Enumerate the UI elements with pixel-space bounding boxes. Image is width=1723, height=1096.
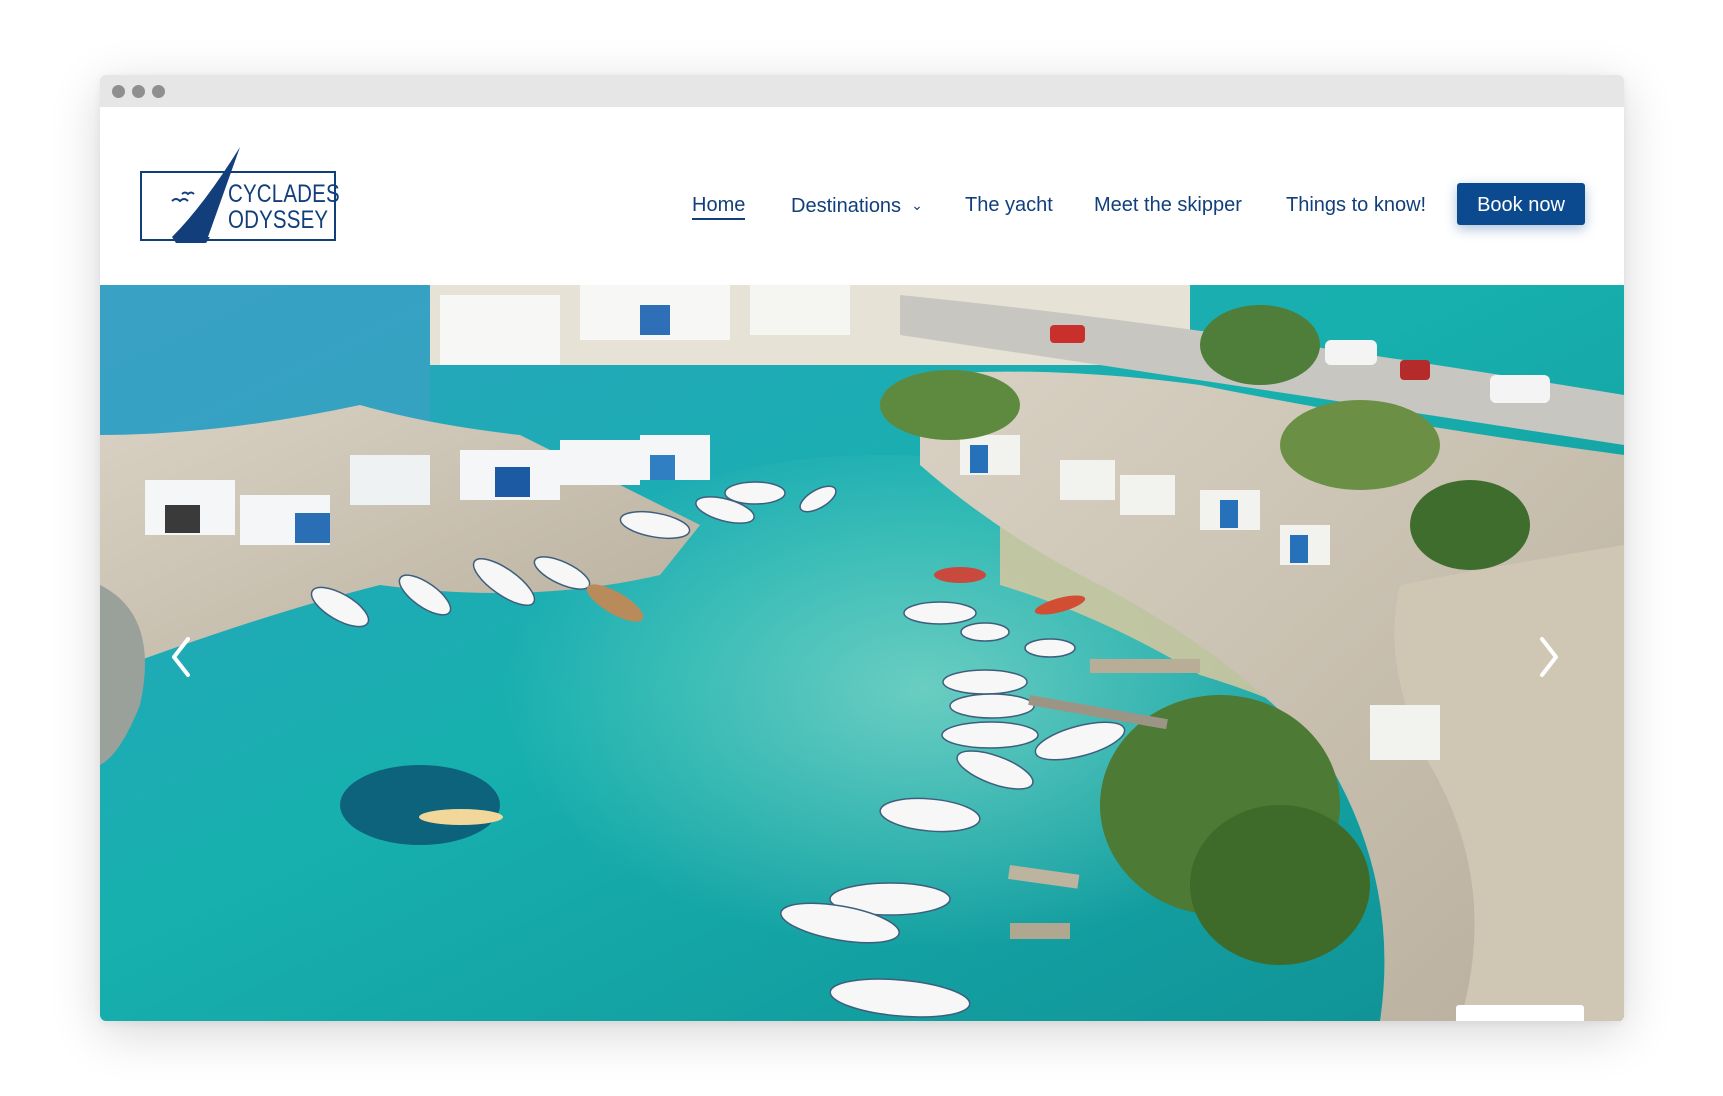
nav-item-meet-the-skipper[interactable]: Meet the skipper <box>1094 185 1242 225</box>
chevron-left-icon[interactable] <box>162 625 202 695</box>
window-dot-icon <box>132 85 145 98</box>
slide-tab[interactable] <box>1456 1005 1584 1021</box>
browser-window: CYCLADES ODYSSEY Home Destinations ⌄ The … <box>100 75 1624 1021</box>
chevron-down-icon: ⌄ <box>911 197 923 213</box>
chevron-right-icon[interactable] <box>1528 625 1568 695</box>
nav-item-label: Meet the skipper <box>1094 194 1242 216</box>
nav-item-home[interactable]: Home <box>692 185 746 225</box>
window-dot-icon <box>112 85 125 98</box>
nav-item-the-yacht[interactable]: The yacht <box>965 185 1053 225</box>
book-now-button[interactable]: Book now <box>1457 183 1585 225</box>
window-dot-icon <box>152 85 165 98</box>
main-nav: Home Destinations ⌄ The yacht Meet the sk… <box>100 185 1624 225</box>
window-titlebar <box>100 75 1624 107</box>
hero-image <box>100 285 1624 1021</box>
nav-item-label: The yacht <box>965 194 1053 216</box>
hero-slider <box>100 285 1624 1021</box>
nav-item-destinations[interactable]: Destinations ⌄ <box>791 185 923 226</box>
nav-item-label: Things to know! <box>1286 194 1427 216</box>
nav-item-label: Home <box>692 194 746 220</box>
site-header: CYCLADES ODYSSEY Home Destinations ⌄ The … <box>100 107 1624 285</box>
nav-item-label: Destinations <box>791 195 902 217</box>
nav-item-things-to-know[interactable]: Things to know! <box>1286 185 1426 225</box>
